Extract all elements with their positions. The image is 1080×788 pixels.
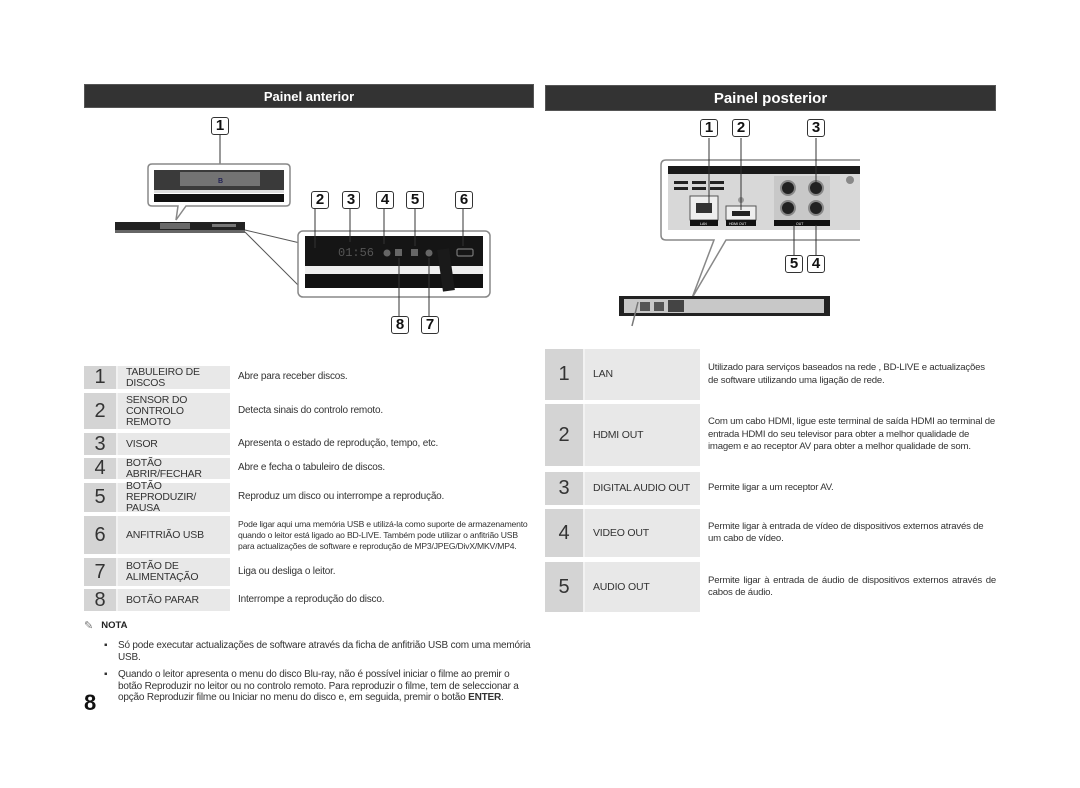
svg-text:HDMI OUT: HDMI OUT (729, 222, 747, 226)
note-text: Só pode executar actualizações de softwa… (118, 640, 531, 663)
item-number: 8 (84, 589, 118, 611)
item-label: LAN (585, 349, 700, 400)
table-row: 8 BOTÃO PARAR Interrompe a reprodução do… (84, 589, 530, 611)
item-label: BOTÃO ABRIR/FECHAR (118, 457, 230, 479)
item-description: Apresenta o estado de reprodução, tempo,… (238, 437, 439, 449)
rear-callout-5: 5 (785, 255, 803, 273)
rear-callout-3: 3 (807, 119, 825, 137)
play-pause-button-icon (411, 249, 418, 256)
note-section: ✎ NOTA ▪ Só pode executar actualizações … (84, 619, 534, 704)
item-number: 5 (545, 562, 585, 612)
rear-panel-header: Painel posterior (545, 85, 996, 111)
note-period: . (501, 692, 504, 703)
item-number: 2 (545, 404, 585, 466)
item-number: 1 (545, 349, 585, 400)
front-callout-3: 3 (342, 191, 360, 209)
item-label: BOTÃO PARAR (118, 589, 230, 611)
item-label: HDMI OUT (585, 404, 700, 466)
item-number: 4 (84, 457, 118, 479)
eject-button-icon (383, 249, 391, 257)
table-row: 1 TABULEIRO DE DISCOS Abre para receber … (84, 366, 530, 389)
table-row: 5 BOTÃO REPRODUZIR/ PAUSA Reproduz um di… (84, 481, 530, 514)
item-description: Abre e fecha o tabuleiro de discos. (238, 462, 385, 474)
item-label: SENSOR DO CONTROLO REMOTO (118, 393, 230, 429)
front-callout-4: 4 (376, 191, 394, 209)
item-description: Detecta sinais do controlo remoto. (238, 404, 383, 416)
item-number: 7 (84, 558, 118, 586)
rear-callout-2: 2 (732, 119, 750, 137)
table-row: 4 VIDEO OUT Permite ligar à entrada de v… (545, 509, 996, 557)
bullet-icon: ▪ (104, 669, 108, 680)
item-label: BOTÃO REPRODUZIR/ PAUSA (118, 481, 230, 514)
item-description: Liga ou desliga o leitor. (238, 565, 336, 577)
enter-label: ENTER (468, 692, 502, 703)
svg-text:OUT: OUT (796, 222, 804, 226)
item-number: 2 (84, 393, 118, 429)
item-description: Reproduz um disco ou interrompe a reprod… (238, 491, 445, 503)
item-label: VISOR (118, 433, 230, 455)
front-panel-title: Painel anterior (263, 89, 355, 104)
item-label: DIGITAL AUDIO OUT (585, 472, 700, 505)
table-row: 2 SENSOR DO CONTROLO REMOTO Detecta sina… (84, 393, 530, 429)
table-row: 1 LAN Utilizado para serviços baseados n… (545, 349, 996, 400)
item-description: Abre para receber discos. (238, 371, 348, 383)
item-number: 4 (545, 509, 585, 557)
hdmi-port-icon (732, 211, 750, 216)
note-bullet: ▪ Quando o leitor apresenta o menu do di… (84, 669, 534, 704)
front-callout-6: 6 (455, 191, 473, 209)
item-description: Com um cabo HDMI, ligue este terminal de… (708, 416, 995, 453)
note-text: Quando o leitor apresenta o menu do disc… (118, 669, 519, 703)
note-bullet: ▪ Só pode executar actualizações de soft… (84, 640, 534, 663)
item-label: BOTÃO DE ALIMENTAÇÃO (118, 558, 230, 586)
table-row: 5 AUDIO OUT Permite ligar à entrada de á… (545, 562, 996, 612)
item-number: 3 (545, 472, 585, 505)
front-callout-5: 5 (406, 191, 424, 209)
pencil-icon: ✎ (84, 620, 94, 632)
front-panel-illustration: B 01:56 (115, 134, 491, 316)
table-row: 6 ANFITRIÃO USB Pode ligar aqui uma memó… (84, 516, 530, 554)
table-row: 7 BOTÃO DE ALIMENTAÇÃO Liga ou desliga o… (84, 558, 530, 586)
item-number: 5 (84, 483, 118, 512)
item-description: Utilizado para serviços baseados na rede… (708, 362, 985, 386)
svg-text:LAN: LAN (700, 222, 707, 226)
front-callout-1: 1 (211, 117, 229, 135)
item-description: Permite ligar à entrada de vídeo de disp… (708, 520, 984, 545)
table-row: 3 DIGITAL AUDIO OUT Permite ligar a um r… (545, 472, 996, 505)
bullet-icon: ▪ (104, 640, 108, 651)
item-description: Interrompe a reprodução do disco. (238, 593, 385, 605)
table-row: 2 HDMI OUT Com um cabo HDMI, ligue este … (545, 404, 996, 466)
item-label: TABULEIRO DE DISCOS (118, 366, 230, 389)
rear-panel-illustration: LAN HDMI OUT OUT (619, 138, 860, 327)
item-number: 1 (84, 366, 118, 389)
front-callout-2: 2 (311, 191, 329, 209)
svg-text:B: B (218, 178, 223, 185)
item-description: Permite ligar a um receptor AV. (708, 482, 834, 494)
item-number: 3 (84, 433, 118, 455)
table-row: 3 VISOR Apresenta o estado de reprodução… (84, 433, 530, 455)
item-number: 6 (84, 516, 118, 554)
front-callout-8: 8 (391, 316, 409, 334)
lan-port-icon (696, 203, 712, 213)
item-label: AUDIO OUT (585, 562, 700, 612)
front-callout-7: 7 (421, 316, 439, 334)
rear-callout-1: 1 (700, 119, 718, 137)
item-label: VIDEO OUT (585, 509, 700, 557)
table-row: 4 BOTÃO ABRIR/FECHAR Abre e fecha o tabu… (84, 457, 530, 479)
item-description: Pode ligar aqui uma memória USB e utiliz… (238, 518, 528, 551)
item-description: Permite ligar à entrada de áudio de disp… (708, 574, 996, 599)
page-number: 8 (84, 690, 97, 715)
display-time: 01:56 (338, 246, 374, 260)
front-panel-header: Painel anterior (84, 84, 534, 108)
rear-callout-4: 4 (807, 255, 825, 273)
rear-panel-title: Painel posterior (713, 90, 828, 107)
item-label: ANFITRIÃO USB (118, 516, 230, 554)
power-button-icon (425, 249, 433, 257)
stop-button-icon (395, 249, 402, 256)
note-title: NOTA (101, 620, 128, 631)
